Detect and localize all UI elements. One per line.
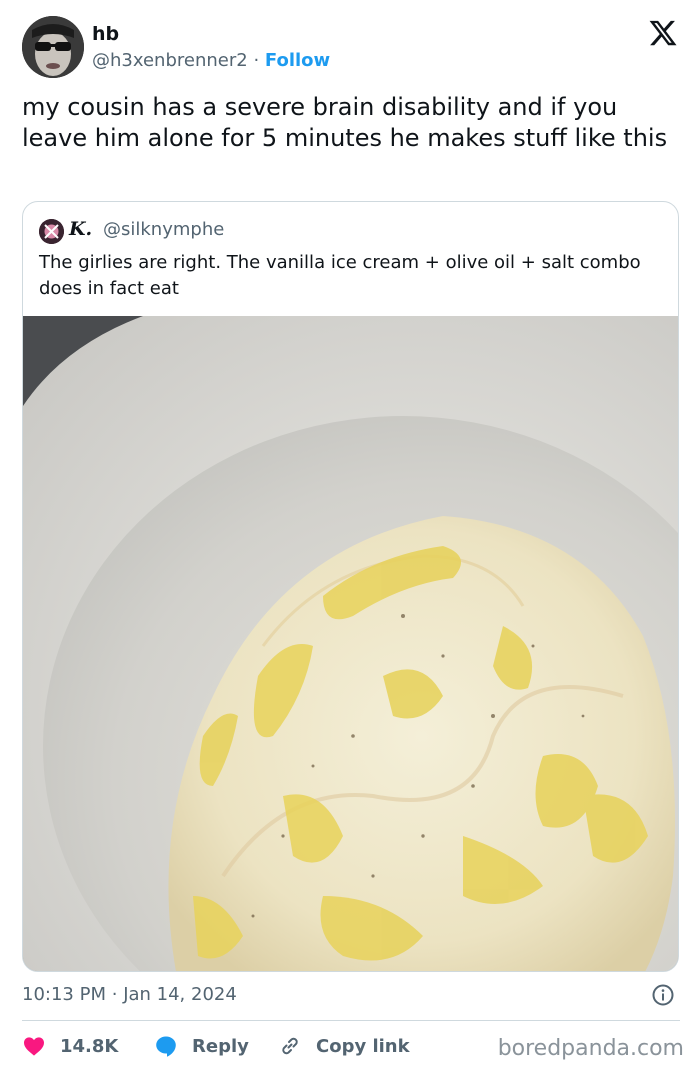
author-avatar[interactable] xyxy=(22,16,84,78)
tweet-text: my cousin has a severe brain disability … xyxy=(22,93,668,152)
copy-link-button[interactable]: Copy link xyxy=(278,1030,410,1062)
timestamp-separator: · xyxy=(111,984,118,1005)
quoted-tweet-text: The girlies are right. The vanilla ice c… xyxy=(39,252,641,299)
speech-bubble-icon xyxy=(156,1036,176,1057)
tweet-timestamp[interactable]: 10:13 PM · Jan 14, 2024 xyxy=(22,984,237,1005)
handle-separator: · xyxy=(253,50,260,71)
tweet-date: Jan 14, 2024 xyxy=(123,984,237,1005)
author-handle[interactable]: @h3xenbrenner2 xyxy=(92,50,248,71)
link-icon xyxy=(282,1037,298,1055)
like-count: 14.8K xyxy=(60,1035,119,1057)
ice-cream-with-olive-oil-photo[interactable] xyxy=(23,316,679,972)
info-icon[interactable] xyxy=(651,983,675,1007)
copy-link-label: Copy link xyxy=(316,1035,410,1057)
author-handle-row: @h3xenbrenner2 · Follow xyxy=(92,50,330,71)
divider xyxy=(22,1020,680,1021)
quoted-author-handle: @silknymphe xyxy=(103,219,225,240)
watermark: boredpanda.com xyxy=(497,1036,684,1061)
like-button[interactable]: 14.8K xyxy=(22,1030,118,1062)
quoted-tweet-card[interactable]: K. @silknymphe The girlies are right. Th… xyxy=(22,201,679,972)
follow-button[interactable]: Follow xyxy=(265,50,330,71)
author-name[interactable]: hb xyxy=(92,23,119,45)
reply-label: Reply xyxy=(192,1035,249,1057)
x-logo-icon[interactable] xyxy=(648,18,678,48)
quoted-author-avatar xyxy=(39,219,64,244)
quoted-author-name: K. xyxy=(69,218,93,240)
reply-button[interactable]: Reply xyxy=(154,1030,249,1062)
tweet-time: 10:13 PM xyxy=(22,984,106,1005)
heart-icon xyxy=(24,1037,44,1056)
tweet-header: hb @h3xenbrenner2 · Follow xyxy=(22,16,680,78)
